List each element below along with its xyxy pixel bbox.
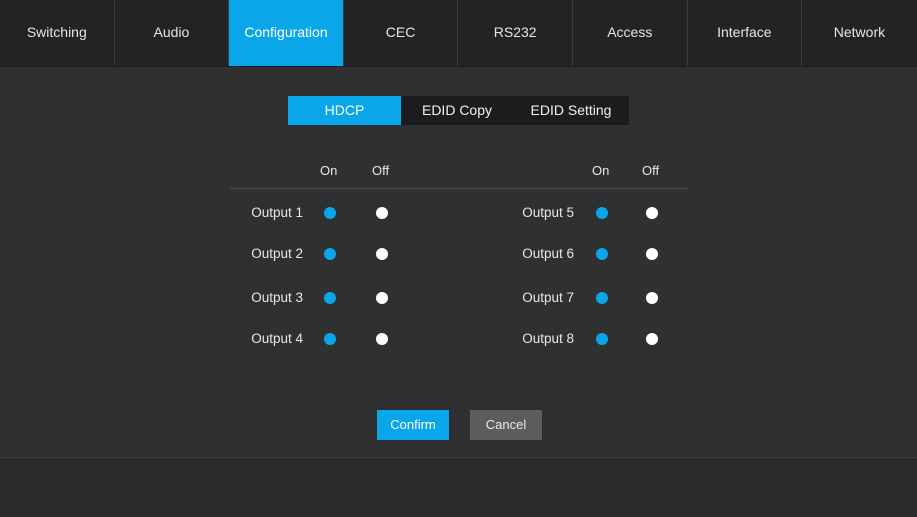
tab-interface[interactable]: Interface bbox=[688, 0, 803, 66]
subtab-edid-setting[interactable]: EDID Setting bbox=[513, 96, 629, 125]
output-1-off-radio[interactable] bbox=[376, 207, 388, 219]
output-1-on-radio[interactable] bbox=[324, 207, 336, 219]
output-6-label: Output 6 bbox=[522, 246, 574, 261]
subtab-edid-copy[interactable]: EDID Copy bbox=[401, 96, 513, 125]
output-8-label: Output 8 bbox=[522, 331, 574, 346]
output-5-off-radio[interactable] bbox=[646, 207, 658, 219]
output-2-off-radio[interactable] bbox=[376, 248, 388, 260]
output-6-off-radio[interactable] bbox=[646, 248, 658, 260]
output-2-label: Output 2 bbox=[251, 246, 303, 261]
top-navigation: Switching Audio Configuration CEC RS232 … bbox=[0, 0, 917, 67]
output-4-label: Output 4 bbox=[251, 331, 303, 346]
output-8-on-radio[interactable] bbox=[596, 333, 608, 345]
configuration-subtabs: HDCP EDID Copy EDID Setting bbox=[288, 96, 629, 125]
output-2-on-radio[interactable] bbox=[324, 248, 336, 260]
output-3-label: Output 3 bbox=[251, 290, 303, 305]
tab-audio[interactable]: Audio bbox=[115, 0, 230, 66]
output-7-label: Output 7 bbox=[522, 290, 574, 305]
header-off-left: Off bbox=[372, 163, 390, 178]
subtab-hdcp[interactable]: HDCP bbox=[288, 96, 401, 125]
cancel-button[interactable]: Cancel bbox=[470, 410, 542, 440]
confirm-button[interactable]: Confirm bbox=[377, 410, 449, 440]
header-divider bbox=[230, 188, 688, 189]
header-on-left: On bbox=[320, 163, 338, 178]
output-1-label: Output 1 bbox=[251, 205, 303, 220]
output-4-off-radio[interactable] bbox=[376, 333, 388, 345]
tab-network[interactable]: Network bbox=[802, 0, 917, 66]
header-off-right: Off bbox=[642, 163, 660, 178]
output-7-on-radio[interactable] bbox=[596, 292, 608, 304]
output-4-on-radio[interactable] bbox=[324, 333, 336, 345]
tab-cec[interactable]: CEC bbox=[344, 0, 459, 66]
output-5-label: Output 5 bbox=[522, 205, 574, 220]
tab-switching[interactable]: Switching bbox=[0, 0, 115, 66]
output-5-on-radio[interactable] bbox=[596, 207, 608, 219]
output-3-on-radio[interactable] bbox=[324, 292, 336, 304]
output-3-off-radio[interactable] bbox=[376, 292, 388, 304]
tab-configuration[interactable]: Configuration bbox=[229, 0, 344, 66]
output-6-on-radio[interactable] bbox=[596, 248, 608, 260]
footer-bar bbox=[0, 458, 917, 517]
output-7-off-radio[interactable] bbox=[646, 292, 658, 304]
output-8-off-radio[interactable] bbox=[646, 333, 658, 345]
tab-rs232[interactable]: RS232 bbox=[458, 0, 573, 66]
header-on-right: On bbox=[592, 163, 610, 178]
tab-access[interactable]: Access bbox=[573, 0, 688, 66]
